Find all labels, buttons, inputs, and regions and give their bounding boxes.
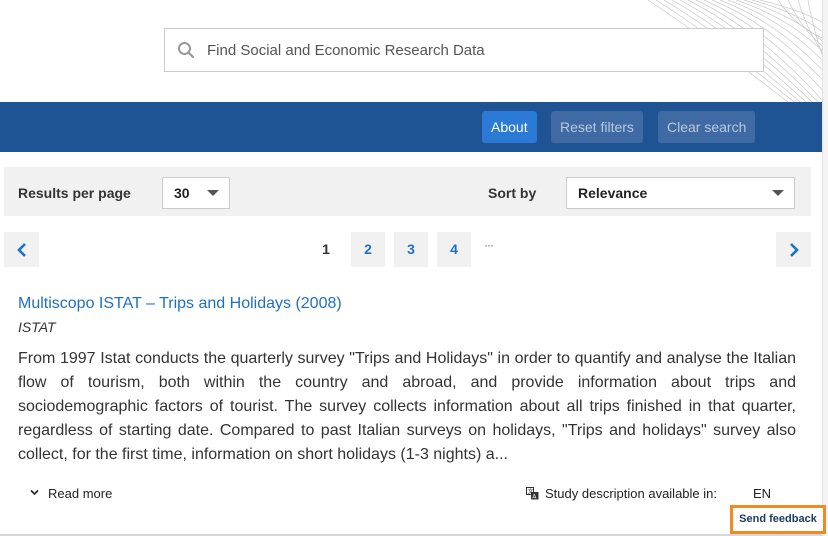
chevron-down-icon bbox=[772, 190, 784, 196]
results-per-page-label: Results per page bbox=[18, 185, 131, 201]
results-per-page-value: 30 bbox=[174, 185, 190, 201]
results-options-bar: Results per page 30 Sort by Relevance bbox=[4, 167, 811, 216]
read-more-label: Read more bbox=[48, 486, 113, 501]
availability-label: Study description available in: bbox=[545, 486, 717, 501]
chevron-down-icon bbox=[30, 488, 39, 499]
sort-by-select[interactable]: Relevance bbox=[566, 177, 795, 209]
page-link-4[interactable]: 4 bbox=[437, 232, 471, 267]
page-current: 1 bbox=[322, 241, 330, 257]
results-per-page-select[interactable]: 30 bbox=[162, 177, 230, 209]
pagination: 1 2 3 4 ··· bbox=[0, 232, 822, 268]
sort-by-value: Relevance bbox=[578, 185, 648, 201]
header-hero bbox=[0, 0, 828, 102]
translate-icon: 文 A bbox=[526, 487, 539, 500]
page-link-2[interactable]: 2 bbox=[351, 232, 385, 267]
result-publisher: ISTAT bbox=[18, 319, 56, 335]
sort-by-label: Sort by bbox=[488, 185, 537, 201]
page-link-3[interactable]: 3 bbox=[394, 232, 428, 267]
page-scrollbar[interactable] bbox=[822, 0, 828, 536]
search-icon bbox=[165, 41, 207, 59]
search-box[interactable] bbox=[164, 28, 764, 72]
clear-search-button[interactable]: Clear search bbox=[658, 111, 756, 143]
read-more-toggle[interactable]: Read more bbox=[30, 486, 112, 501]
result-description: From 1997 Istat conducts the quarterly s… bbox=[18, 350, 796, 463]
send-feedback-button[interactable]: Send feedback bbox=[730, 505, 826, 534]
chevron-right-icon bbox=[789, 242, 799, 257]
chevron-down-icon bbox=[207, 190, 219, 196]
previous-page-button[interactable] bbox=[4, 232, 39, 267]
reset-filters-button[interactable]: Reset filters bbox=[551, 111, 643, 143]
language-code[interactable]: EN bbox=[753, 486, 771, 501]
action-toolbar: About Reset filters Clear search bbox=[0, 102, 822, 152]
study-description-availability: 文 A Study description available in: bbox=[526, 486, 717, 501]
chevron-left-icon bbox=[16, 242, 26, 257]
about-button[interactable]: About bbox=[482, 111, 537, 143]
pagination-ellipsis: ··· bbox=[484, 238, 494, 252]
next-page-button[interactable] bbox=[776, 232, 811, 267]
search-input[interactable] bbox=[207, 41, 747, 59]
result-title-link[interactable]: Multiscopo ISTAT – Trips and Holidays (2… bbox=[18, 295, 342, 313]
